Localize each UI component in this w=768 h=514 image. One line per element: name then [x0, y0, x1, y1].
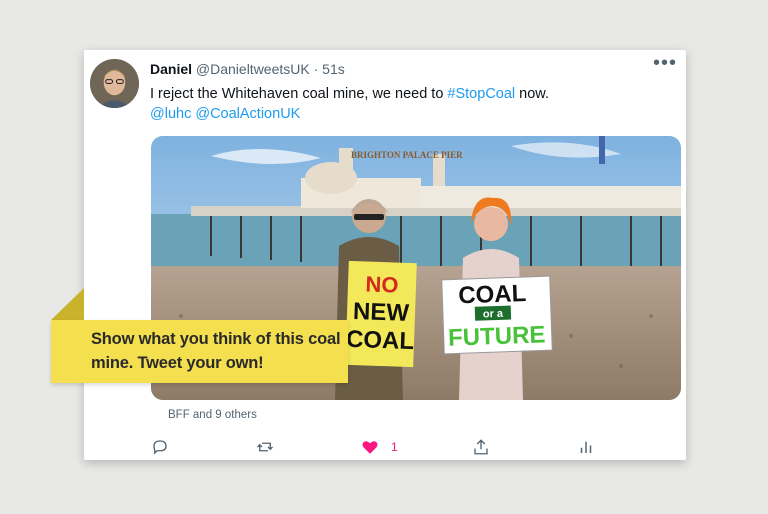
callout-banner: Show what you think of this coal mine. T… [51, 320, 348, 383]
like-count: 1 [391, 440, 398, 454]
tweet-card: Daniel @DanieltweetsUK · 51s ••• I rejec… [84, 50, 686, 460]
handle[interactable]: @DanieltweetsUK [196, 61, 310, 77]
sign2-line1: COAL [458, 280, 527, 309]
analytics-button[interactable] [577, 436, 595, 458]
sign1-line3: COAL [346, 326, 415, 355]
reply-button[interactable] [151, 436, 169, 458]
avatar[interactable] [90, 59, 139, 108]
sign1-line2: NEW [353, 298, 410, 327]
pier-sign: BRIGHTON PALACE PIER [351, 150, 463, 160]
tweet-body-end: now. [515, 86, 549, 102]
sign1-line1: NO [365, 271, 399, 297]
sign2-line3: FUTURE [448, 321, 546, 351]
tweet-actions: 1 [84, 436, 686, 460]
more-options-icon[interactable]: ••• [652, 53, 678, 76]
tweet-header: Daniel @DanieltweetsUK · 51s [150, 61, 345, 77]
tweet-body: I reject the Whitehaven coal mine, we ne… [150, 86, 448, 102]
display-name[interactable]: Daniel [150, 61, 192, 77]
separator: · [313, 61, 319, 77]
retweet-button[interactable] [256, 436, 274, 458]
sign2-line2: or a [483, 308, 504, 321]
hashtag-link[interactable]: #StopCoal [447, 86, 515, 102]
like-button[interactable]: 1 [361, 436, 398, 458]
share-button[interactable] [472, 436, 490, 458]
tweet-text: I reject the Whitehaven coal mine, we ne… [150, 84, 670, 124]
avatar-image [90, 59, 139, 108]
timestamp[interactable]: 51s [322, 61, 345, 77]
share-icon [474, 439, 488, 455]
retweet-icon [257, 442, 273, 452]
reply-icon [153, 440, 167, 455]
callout-fold [51, 288, 84, 320]
mentions-link[interactable]: @luhc @CoalActionUK [150, 106, 300, 122]
callout-text: Show what you think of this coal mine. T… [91, 330, 341, 372]
analytics-icon [580, 441, 592, 453]
heart-icon [362, 441, 378, 454]
liked-by-text[interactable]: BFF and 9 others [168, 409, 257, 421]
